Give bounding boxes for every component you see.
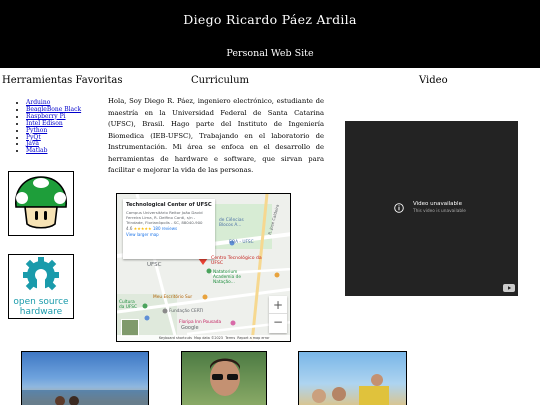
photo-portrait-scene [210, 358, 240, 396]
map-label-fundacao: Fundação CERTI [169, 309, 204, 314]
photo-beach [21, 351, 149, 405]
site-subtitle: Personal Web Site [226, 48, 314, 59]
terms-link[interactable]: Terms [225, 336, 235, 340]
map-embed[interactable]: Technological Center of UFSC Campus Univ… [116, 193, 291, 342]
view-larger-map-link[interactable]: View larger map [126, 232, 212, 238]
mushroom-icon [15, 176, 67, 229]
tools-list: Arduino BeagleBone Black Raspberry Pi In… [16, 99, 81, 155]
oshw-logo: open source hardware [8, 254, 74, 319]
map-data-text: Map data ©2023 [194, 336, 223, 340]
map-place-name: Technological Center of UFSC [126, 202, 212, 208]
site-title: Diego Ricardo Páez Ardila [183, 12, 357, 27]
cv-heading: Curriculum [191, 75, 250, 86]
photo-portrait [181, 351, 267, 405]
photo-group-scene [312, 374, 389, 405]
google-logo: Google [181, 325, 199, 331]
video-heading: Video [419, 75, 448, 86]
map-info-card: Technological Center of UFSC Campus Univ… [123, 199, 215, 259]
map-label-ciencias: de Ciências Blocos A... [219, 218, 244, 228]
info-icon [394, 203, 404, 213]
map-label-escritorio: Meu Escritório Sur [153, 295, 193, 300]
video-unavailable-subtitle: This video is unavailable [413, 209, 466, 214]
keyboard-shortcuts-link[interactable]: Keyboard shortcuts [159, 336, 192, 340]
photo-beach-scene [22, 390, 148, 405]
gear-icon [23, 257, 59, 295]
map-footer: Keyboard shortcuts Map data ©2023 Terms … [117, 335, 290, 341]
zoom-controls: + − [269, 296, 287, 333]
site-header: Diego Ricardo Páez Ardila Personal Web S… [0, 0, 540, 68]
video-unavailable-title: Video unavailable [413, 201, 462, 207]
mushroom-image [8, 171, 74, 236]
tool-link-matlab[interactable]: Matlab [26, 147, 47, 154]
map-rating: 4.6 [126, 226, 133, 231]
map-label-ufsc: UFSC [147, 262, 162, 268]
map-label-centro: Centro Tecnológico da UFSC [211, 256, 262, 267]
report-error-link[interactable]: Report a map error [237, 336, 269, 340]
map-label-natatorium: Natatorium Academia de Natação... [213, 270, 241, 285]
oshw-label-2: hardware [19, 307, 63, 317]
list-item: Matlab [26, 147, 81, 155]
map-address: Campus Universitário Reitor João David F… [126, 210, 203, 225]
tools-heading: Herramientas Favoritas [2, 75, 123, 86]
oshw-label-1: open source [13, 297, 69, 307]
video-embed[interactable]: Video unavailable This video is unavaila… [345, 121, 518, 296]
youtube-logo-icon[interactable] [503, 284, 515, 292]
about-text: Hola, Soy Diego R. Páez, ingeniero elect… [108, 97, 324, 174]
map-label-eqa: EQA - UFSC [229, 240, 254, 245]
zoom-in-button[interactable]: + [269, 296, 287, 314]
photo-group [298, 351, 407, 405]
zoom-out-button[interactable]: − [269, 314, 287, 332]
map-label-cultura: Cultura da UFSC [119, 300, 137, 310]
star-icon: ★★★★★ [133, 226, 152, 231]
map-reviews-link[interactable]: 180 reviews [153, 226, 177, 231]
